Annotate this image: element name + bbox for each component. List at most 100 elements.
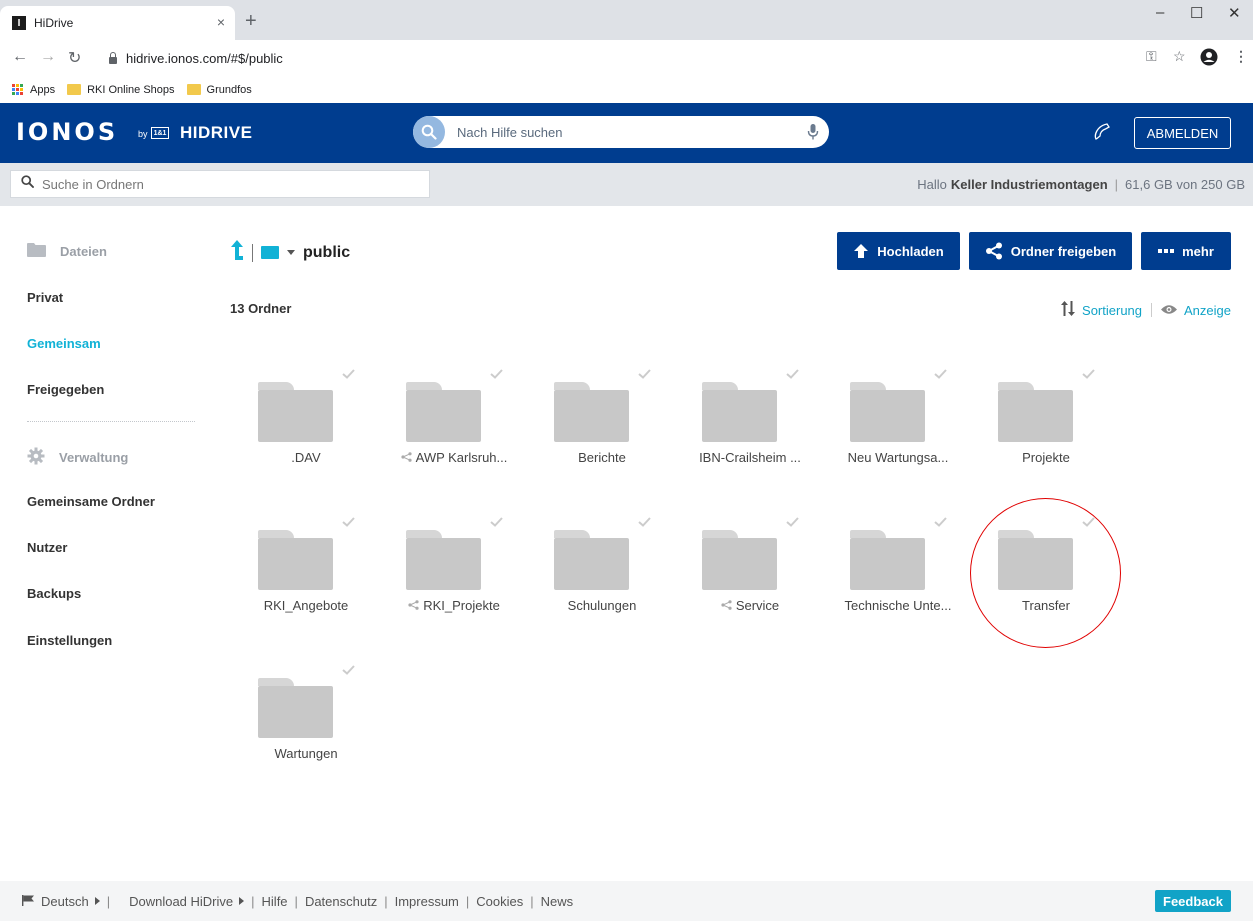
breadcrumb: public: [230, 240, 350, 265]
checkmark-icon[interactable]: [342, 366, 355, 384]
reload-icon[interactable]: ↻: [68, 48, 81, 68]
sidebar-item-gemeinsam[interactable]: Gemeinsam: [27, 336, 101, 351]
browser-tab[interactable]: I HiDrive ×: [0, 6, 235, 40]
section-label: Dateien: [60, 244, 107, 259]
imprint-link[interactable]: Impressum: [395, 894, 459, 909]
folder-item[interactable]: RKI_Angebote: [232, 514, 380, 654]
upload-arrow-icon: [854, 244, 869, 258]
upload-button[interactable]: Hochladen: [837, 232, 960, 270]
share-folder-button[interactable]: Ordner freigeben: [969, 232, 1132, 270]
up-arrow-icon[interactable]: [230, 240, 244, 265]
view-controls: Sortierung Anzeige: [1061, 301, 1231, 319]
folder-icon: [554, 382, 629, 442]
user-name: Keller Industriemontagen: [950, 177, 1108, 192]
feedback-button[interactable]: Feedback: [1155, 890, 1231, 912]
checkmark-icon[interactable]: [490, 366, 503, 384]
folder-item[interactable]: Schulungen: [528, 514, 676, 654]
folder-search-input[interactable]: [42, 176, 422, 192]
folder-icon: [850, 530, 925, 590]
folder-name: Schulungen: [567, 598, 637, 613]
folder-item[interactable]: Service: [676, 514, 824, 654]
checkmark-icon[interactable]: [1082, 366, 1095, 384]
logo-1and1: 1&1: [151, 127, 169, 139]
eye-icon[interactable]: [1161, 303, 1178, 318]
checkmark-icon[interactable]: [786, 514, 799, 532]
folder-icon: [850, 382, 925, 442]
checkmark-icon[interactable]: [342, 662, 355, 680]
folder-item[interactable]: Technische Unte...: [824, 514, 972, 654]
checkmark-icon[interactable]: [934, 366, 947, 384]
forward-arrow-icon[interactable]: →: [40, 48, 56, 66]
folder-item[interactable]: .DAV: [232, 366, 380, 506]
download-hidrive-link[interactable]: Download HiDrive: [129, 894, 233, 909]
folder-icon[interactable]: [261, 246, 279, 259]
folder-icon: [702, 530, 777, 590]
bookmark-grundfos[interactable]: Grundfos: [186, 83, 252, 96]
folder-icon: [186, 84, 201, 95]
profile-avatar-icon[interactable]: [1200, 48, 1218, 69]
folder-item[interactable]: AWP Karlsruh...: [380, 366, 528, 506]
bookmark-star-icon[interactable]: ☆: [1173, 48, 1186, 65]
checkmark-icon[interactable]: [638, 514, 651, 532]
logout-button[interactable]: ABMELDEN: [1134, 117, 1231, 149]
help-search-input[interactable]: [457, 124, 787, 140]
checkmark-icon[interactable]: [786, 366, 799, 384]
browser-menu-icon[interactable]: ⋮: [1234, 48, 1248, 65]
window-maximize-button[interactable]: ☐: [1190, 4, 1203, 22]
view-link[interactable]: Anzeige: [1184, 303, 1231, 318]
checkmark-icon[interactable]: [342, 514, 355, 532]
sort-link[interactable]: Sortierung: [1082, 303, 1142, 318]
microphone-icon[interactable]: [807, 123, 819, 146]
window-minimize-button[interactable]: –: [1156, 4, 1164, 21]
folder-name: Service: [735, 598, 780, 613]
address-url[interactable]: hidrive.ionos.com/#$/public: [126, 51, 283, 66]
sidebar-item-privat[interactable]: Privat: [27, 290, 63, 305]
folder-icon: [67, 84, 82, 95]
news-link[interactable]: News: [541, 894, 574, 909]
sort-icon[interactable]: [1061, 301, 1076, 319]
sidebar-item-backups[interactable]: Backups: [27, 586, 81, 601]
gear-icon: [27, 447, 45, 468]
checkmark-icon[interactable]: [934, 514, 947, 532]
checkmark-icon[interactable]: [1082, 514, 1095, 532]
bookmark-apps[interactable]: Apps: [12, 83, 55, 96]
checkmark-icon[interactable]: [638, 366, 651, 384]
help-link[interactable]: Hilfe: [262, 894, 288, 909]
folder-icon: [998, 382, 1073, 442]
ionos-logo[interactable]: IONOS: [16, 118, 118, 146]
sidebar-item-freigegeben[interactable]: Freigegeben: [27, 382, 104, 397]
checkmark-icon[interactable]: [490, 514, 503, 532]
sidebar-item-nutzer[interactable]: Nutzer: [27, 540, 67, 555]
folder-item[interactable]: RKI_Projekte: [380, 514, 528, 654]
privacy-link[interactable]: Datenschutz: [305, 894, 377, 909]
window-close-button[interactable]: ✕: [1228, 4, 1241, 22]
search-icon[interactable]: [413, 116, 445, 148]
language-selector[interactable]: Deutsch: [41, 894, 89, 909]
folder-icon: [258, 678, 333, 738]
cookies-link[interactable]: Cookies: [476, 894, 523, 909]
more-button[interactable]: mehr: [1141, 232, 1231, 270]
key-icon[interactable]: ⚿: [1146, 48, 1157, 65]
folder-name: Technische Unte...: [844, 598, 952, 613]
folder-item-transfer[interactable]: Transfer: [972, 514, 1120, 654]
folder-item[interactable]: Projekte: [972, 366, 1120, 506]
chevron-down-icon[interactable]: [287, 250, 295, 255]
folder-icon: [258, 530, 333, 590]
bookmark-label: Grundfos: [206, 83, 252, 96]
new-tab-button[interactable]: +: [245, 10, 257, 33]
bookmark-rki-online-shops[interactable]: RKI Online Shops: [67, 84, 175, 96]
folder-item[interactable]: IBN-Crailsheim ...: [676, 366, 824, 506]
sidebar-item-einstellungen[interactable]: Einstellungen: [27, 633, 112, 648]
product-name: HIDRIVE: [180, 123, 253, 142]
back-arrow-icon[interactable]: ←: [12, 48, 28, 66]
sidebar: Dateien Privat Gemeinsam Freigegeben Ver…: [0, 206, 210, 881]
address-bar[interactable]: hidrive.ionos.com/#$/public: [108, 45, 1108, 71]
logo-by: by: [138, 129, 148, 139]
folder-item[interactable]: Berichte: [528, 366, 676, 506]
sidebar-item-gemeinsame-ordner[interactable]: Gemeinsame Ordner: [27, 494, 155, 509]
phone-icon[interactable]: [1091, 121, 1113, 148]
folder-item[interactable]: Neu Wartungsa...: [824, 366, 972, 506]
folder-item[interactable]: Wartungen: [232, 662, 380, 802]
tab-close-icon[interactable]: ×: [217, 14, 225, 30]
folder-icon: [554, 530, 629, 590]
